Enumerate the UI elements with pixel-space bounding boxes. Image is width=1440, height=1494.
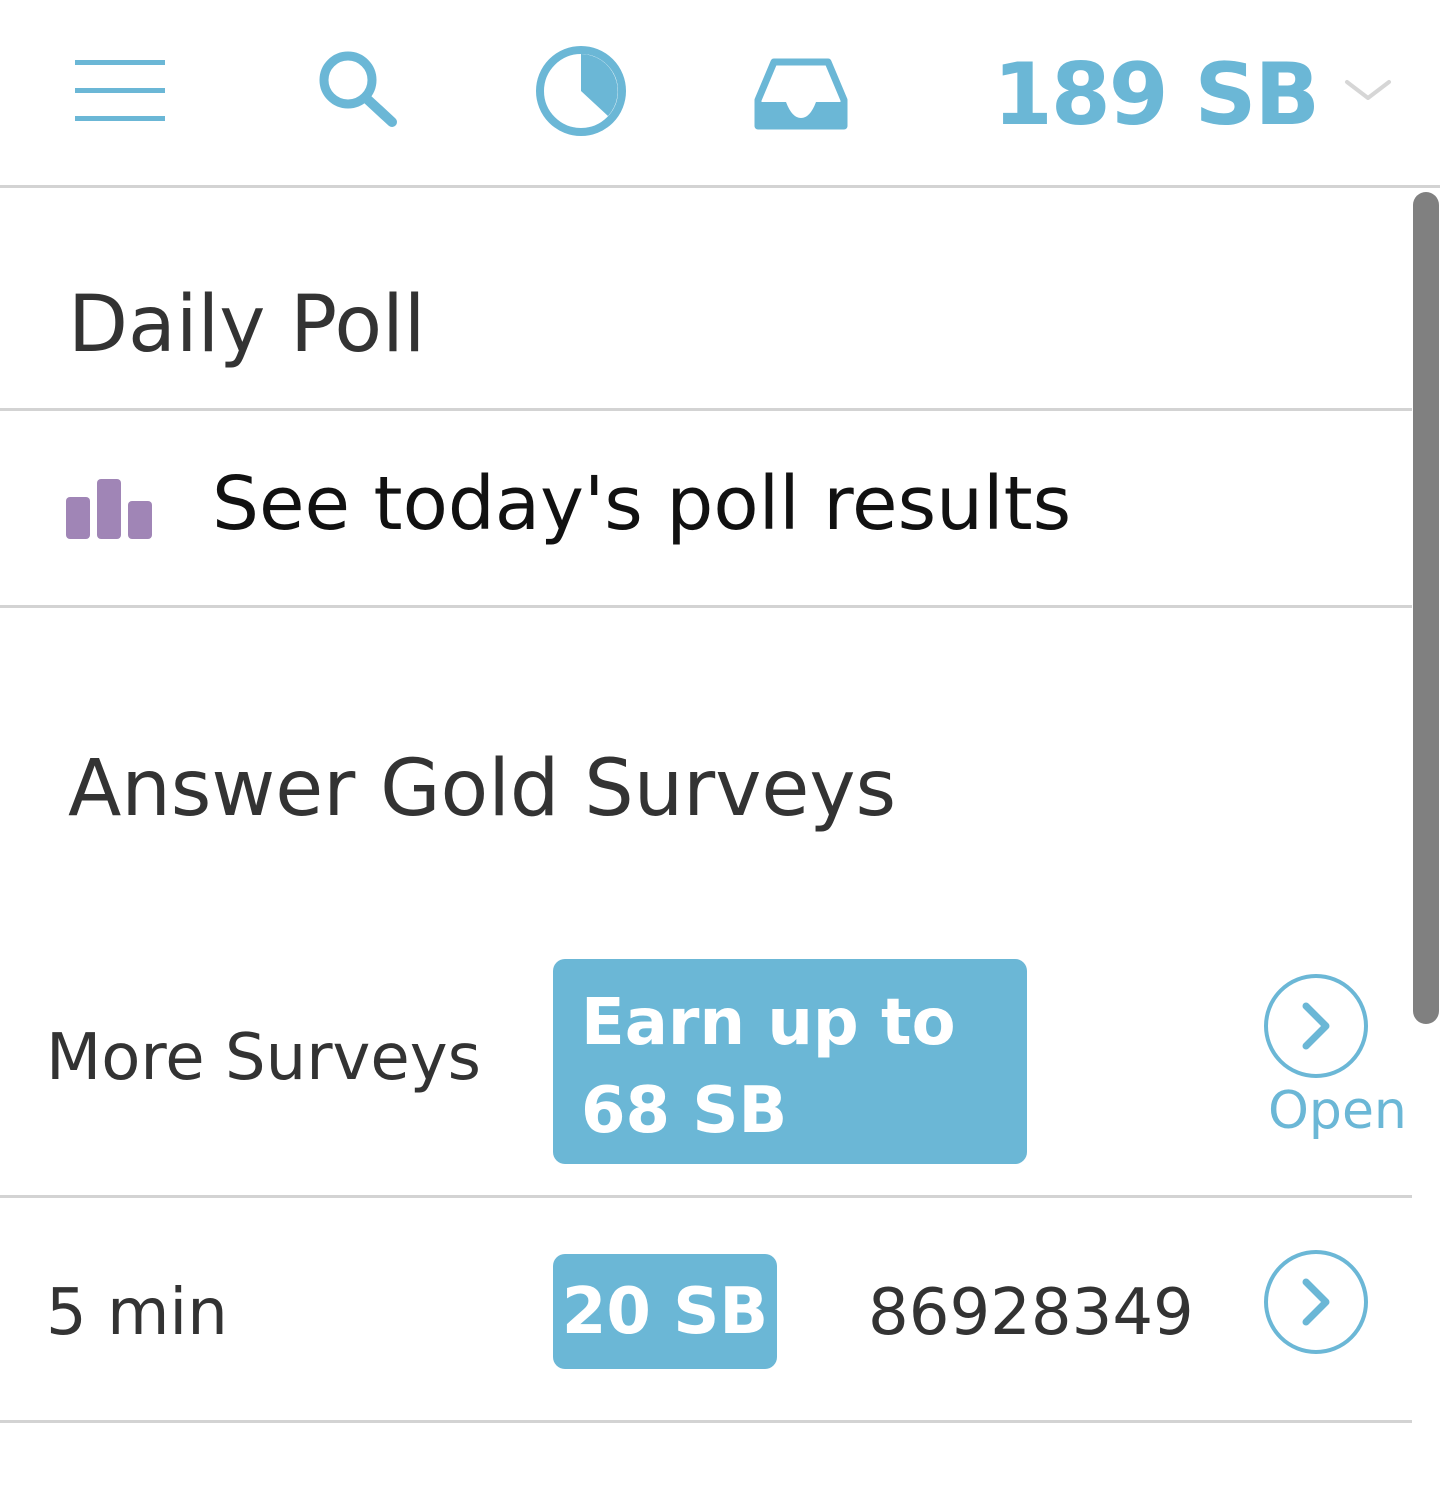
earn-badge-line1: Earn up to — [581, 986, 956, 1060]
chevron-right-circle-icon — [1264, 1250, 1368, 1354]
balance-amount: 189 SB — [993, 45, 1320, 145]
poll-results-link[interactable]: See today's poll results — [0, 411, 1412, 605]
daily-poll-title: Daily Poll — [68, 280, 426, 370]
chevron-right-circle-icon — [1264, 974, 1368, 1078]
search-icon[interactable] — [316, 48, 402, 128]
chevron-down-icon — [1344, 78, 1392, 108]
top-bar: 189 SB — [0, 0, 1440, 188]
earn-badge-line2: 68 SB — [581, 1074, 788, 1148]
open-survey-button[interactable] — [1263, 1249, 1369, 1355]
open-link[interactable]: Open — [1268, 1081, 1407, 1141]
gold-surveys-title: Answer Gold Surveys — [68, 744, 897, 834]
divider — [0, 605, 1412, 608]
divider — [0, 1195, 1412, 1198]
pie-clock-icon[interactable] — [532, 42, 630, 140]
bar-chart-icon — [66, 479, 154, 543]
scrollbar-thumb[interactable] — [1413, 192, 1439, 1024]
divider — [0, 1420, 1412, 1423]
open-more-surveys-button[interactable] — [1263, 973, 1369, 1079]
inbox-tray-icon[interactable] — [752, 54, 850, 132]
survey-id: 86928349 — [868, 1276, 1194, 1350]
survey-duration: 5 min — [46, 1276, 228, 1350]
more-surveys-label: More Surveys — [46, 1021, 481, 1095]
survey-reward-badge: 20 SB — [553, 1254, 777, 1369]
earn-badge: Earn up to 68 SB — [553, 959, 1027, 1164]
balance-dropdown[interactable]: 189 SB — [993, 40, 1392, 150]
poll-results-label: See today's poll results — [212, 461, 1072, 547]
hamburger-menu-icon[interactable] — [72, 56, 168, 126]
